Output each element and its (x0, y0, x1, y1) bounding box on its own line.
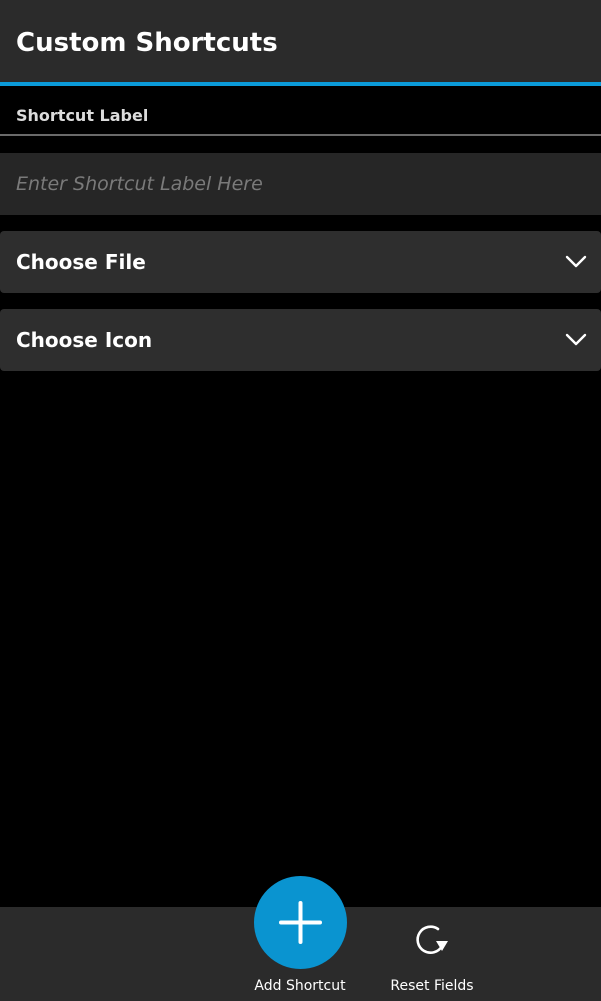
choose-icon-label: Choose Icon (16, 328, 153, 352)
reset-fields-label: Reset Fields (390, 978, 474, 994)
choose-icon-dropdown[interactable]: Choose Icon (0, 309, 601, 371)
shortcut-label-input[interactable] (0, 153, 601, 215)
page-title: Custom Shortcuts (16, 28, 278, 58)
choose-file-dropdown[interactable]: Choose File (0, 231, 601, 293)
plus-icon (279, 901, 322, 944)
section-divider (0, 134, 601, 136)
shortcut-label-header: Shortcut Label (16, 106, 149, 125)
chevron-down-icon (565, 255, 587, 268)
add-shortcut-label: Add Shortcut (254, 978, 346, 994)
title-bar: Custom Shortcuts (0, 0, 601, 82)
title-bar-accent-line (0, 82, 601, 86)
reset-icon (416, 925, 448, 954)
screen: Custom Shortcuts Shortcut Label Choose F… (0, 0, 601, 1001)
chevron-down-icon (565, 333, 587, 346)
choose-file-label: Choose File (16, 250, 146, 274)
add-shortcut-button[interactable] (254, 876, 347, 969)
